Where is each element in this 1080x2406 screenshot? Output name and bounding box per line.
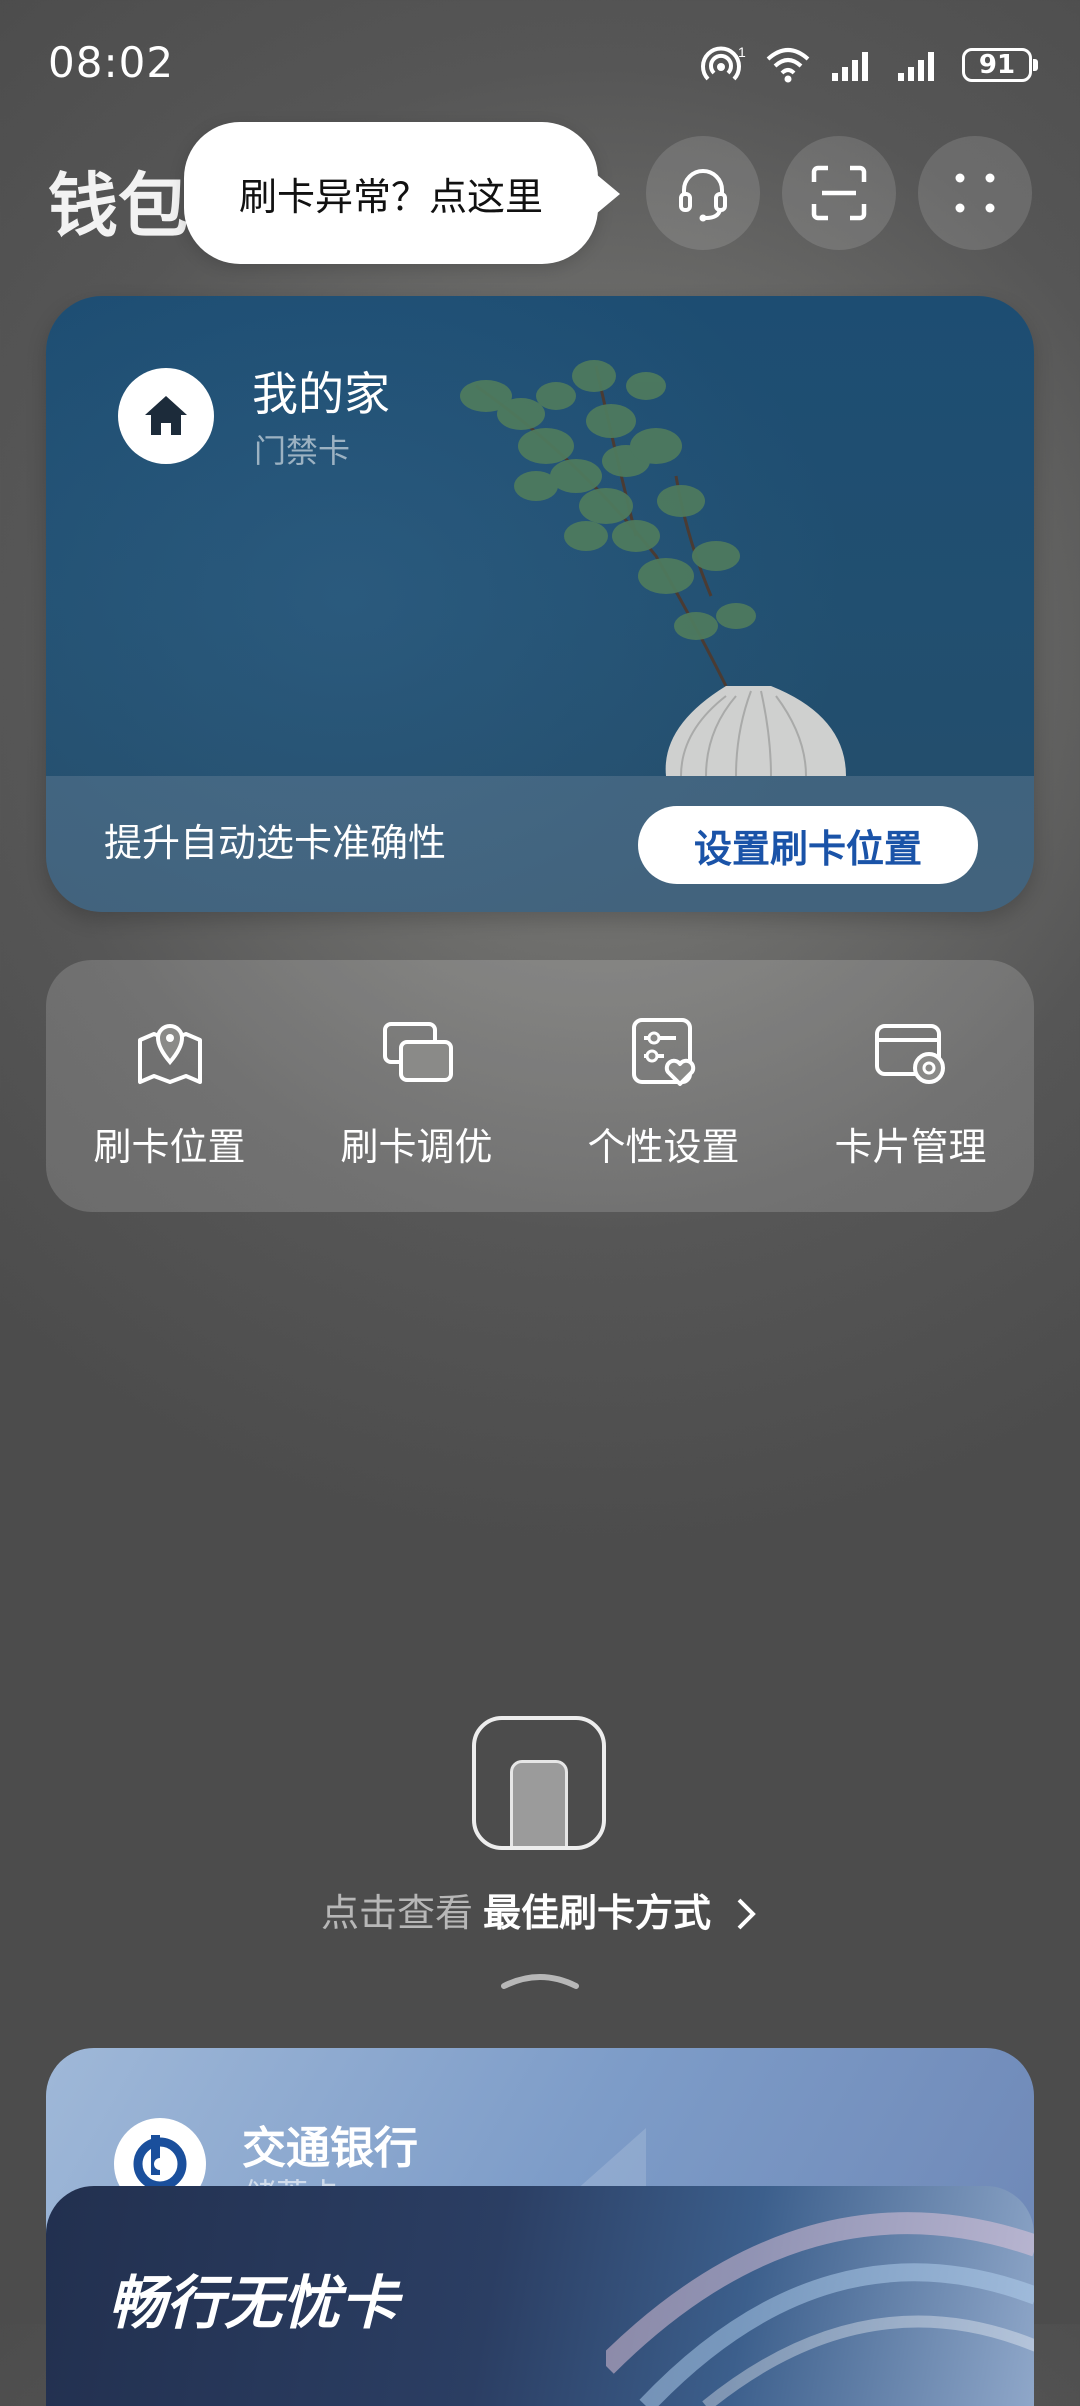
shortcut-card-management[interactable]: 卡片管理: [787, 960, 1034, 1212]
tap-method-illustration[interactable]: [472, 1716, 606, 1850]
chevron-right-icon: [737, 1898, 756, 1930]
card-settings-icon: [874, 1024, 945, 1084]
more-button[interactable]: [918, 136, 1032, 250]
scan-button[interactable]: [782, 136, 896, 250]
set-tap-position-button[interactable]: 设置刷卡位置: [638, 806, 978, 884]
pull-up-handle-icon[interactable]: [500, 1968, 580, 1990]
shortcut-tap-position[interactable]: 刷卡位置: [46, 960, 293, 1212]
shortcut-label: 个性设置: [587, 1125, 740, 1169]
hint-main: 最佳刷卡方式: [482, 1891, 711, 1935]
card-issue-tooltip[interactable]: 刷卡异常？点这里: [184, 122, 620, 264]
page-title: 钱包: [48, 165, 188, 247]
scan-icon: [811, 165, 867, 221]
card-type: 门禁卡: [254, 432, 351, 470]
card-name: 我的家: [252, 367, 390, 421]
shortcut-personalize[interactable]: 个性设置: [540, 960, 787, 1212]
cards-icon: [382, 1022, 453, 1082]
footer-hint-text: 提升自动选卡准确性: [104, 821, 447, 865]
shortcut-panel: 刷卡位置 刷卡调优 个性设置 卡片管理: [46, 960, 1034, 1212]
travel-card-name: 畅行无忧卡: [108, 2269, 399, 2337]
nfc-signal-icon: 1: [701, 45, 746, 81]
home-icon-badge: [118, 368, 214, 464]
map-pin-icon: [137, 1024, 202, 1084]
card-swirl-decoration: [606, 2212, 1034, 2406]
status-icons: 1 91: [700, 42, 1038, 88]
wifi-icon: [766, 48, 810, 83]
cell-signal-icon: [832, 52, 868, 81]
headset-icon: [679, 169, 727, 222]
cell-signal-2-icon: [898, 52, 934, 81]
phone-icon: [510, 1760, 568, 1846]
card-footer: 提升自动选卡准确性 设置刷卡位置: [46, 776, 1034, 912]
home-access-card[interactable]: 我的家 门禁卡 提升自动选卡准确性 设置刷卡位置: [46, 296, 1034, 912]
status-bar: 08:02 1 91: [0, 0, 1080, 120]
plant-vase-illustration: [460, 360, 846, 776]
more-icon: [955, 173, 995, 213]
bank-card-name: 交通银行: [242, 2123, 418, 2174]
shortcut-label: 卡片管理: [834, 1125, 987, 1169]
personalize-icon: [631, 1018, 695, 1086]
shortcut-tap-tuning[interactable]: 刷卡调优: [293, 960, 540, 1212]
shortcut-label: 刷卡调优: [340, 1125, 493, 1169]
home-icon: [145, 396, 187, 435]
battery-indicator: 91: [962, 48, 1038, 82]
best-tap-method-link[interactable]: 点击查看 最佳刷卡方式: [0, 1882, 1080, 1937]
hint-prefix: 点击查看: [320, 1891, 473, 1935]
shortcut-label: 刷卡位置: [93, 1125, 246, 1169]
travel-card[interactable]: 畅行无忧卡: [46, 2186, 1034, 2406]
status-time: 08:02: [48, 38, 175, 87]
svg-text:1: 1: [738, 45, 746, 60]
customer-service-button[interactable]: [646, 136, 760, 250]
